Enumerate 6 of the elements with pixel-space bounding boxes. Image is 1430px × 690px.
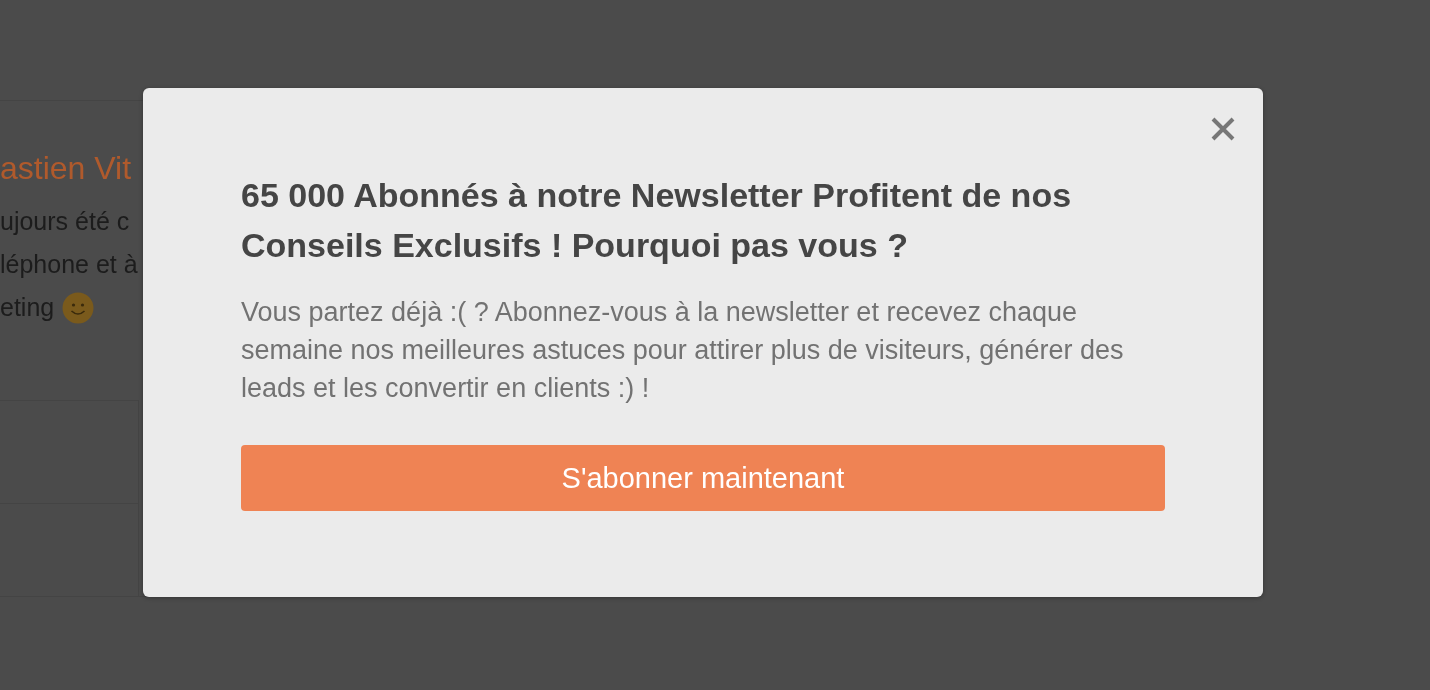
modal-message: Vous partez déjà :( ? Abonnez-vous à la newsletter et recevez chaque semaine nos meilleures astuces pour attirer plus de visiteurs, générer des leads et les convertir en clients :) !: [241, 296, 1125, 405]
close-icon[interactable]: [1211, 117, 1235, 141]
subscribe-button[interactable]: S'abonner maintenant: [241, 445, 1165, 511]
modal-title: 65 000 Abonnés à notre Newsletter Profitent de nos Conseils Exclusifs ! Pourquoi pas vous ?: [241, 175, 1073, 266]
author-name: astien Vit: [0, 149, 132, 188]
smiley-icon: [62, 291, 95, 324]
